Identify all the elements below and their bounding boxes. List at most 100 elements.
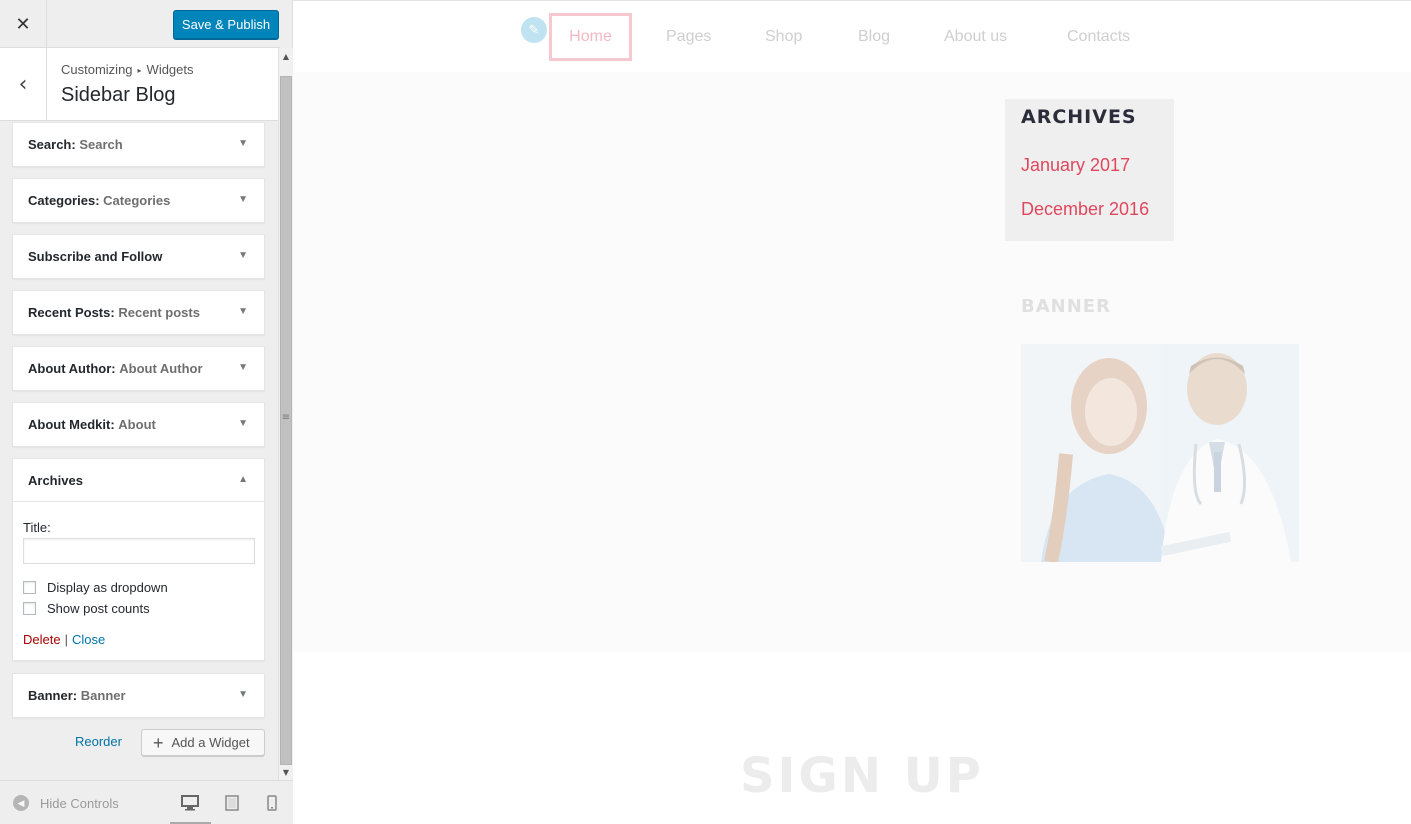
dropdown-option: Display as dropdown <box>23 580 168 595</box>
widget-header[interactable]: Banner: Banner ▼ <box>13 674 264 717</box>
breadcrumb-item: Widgets <box>146 62 194 77</box>
mobile-icon <box>267 795 277 811</box>
archive-link[interactable]: January 2017 <box>1021 155 1130 176</box>
post-counts-option: Show post counts <box>23 601 150 616</box>
tablet-icon <box>225 795 239 811</box>
archives-widget-preview: ARCHIVES January 2017 December 2016 <box>1005 99 1174 241</box>
banner-heading: BANNER <box>1021 296 1111 317</box>
add-widget-label: Add a Widget <box>171 735 250 750</box>
caret-up-icon[interactable]: ▲ <box>238 474 248 485</box>
widget-name: Categories: <box>28 193 100 208</box>
main-navigation: ✎ Home Pages Shop Blog About us Contacts <box>293 0 1411 72</box>
chevron-left-icon: ‹ <box>18 71 28 97</box>
nav-item-home[interactable]: Home <box>549 13 632 61</box>
section-title: Sidebar Blog <box>61 84 176 106</box>
archives-heading: ARCHIVES <box>1021 106 1137 128</box>
widget-subtitle: Recent posts <box>118 305 200 320</box>
widget-name: About Medkit: <box>28 417 115 432</box>
widget-header[interactable]: Archives ▲ <box>13 459 264 502</box>
action-separator: | <box>64 632 68 647</box>
add-widget-button[interactable]: + Add a Widget <box>141 729 265 756</box>
desktop-preview-button[interactable] <box>170 794 211 824</box>
plus-icon: + <box>153 732 164 753</box>
resize-handle-icon[interactable]: ≡ <box>279 410 293 424</box>
hide-controls-button[interactable]: ◀ Hide Controls <box>13 795 119 811</box>
widget-header[interactable]: Search: Search ▼ <box>13 123 264 166</box>
widget-actions: Delete | Close <box>23 632 105 647</box>
breadcrumb-item: Customizing <box>61 62 133 77</box>
close-icon: ✕ <box>15 13 31 35</box>
reorder-link[interactable]: Reorder <box>75 734 122 749</box>
caret-down-icon[interactable]: ▼ <box>238 689 248 700</box>
widget-name: Archives <box>28 472 83 488</box>
widget-subscribe-follow: Subscribe and Follow ▼ <box>12 234 265 279</box>
widget-name: Recent Posts: <box>28 305 115 320</box>
widget-form: Title: Display as dropdown Show post cou… <box>13 502 264 660</box>
caret-down-icon[interactable]: ▼ <box>238 362 248 373</box>
customizer-sidebar: ✕ Save & Publish ‹ Customizing ▸ Widgets S… <box>0 0 293 824</box>
widget-name: About Author: <box>28 361 116 376</box>
site-preview: ✎ Home Pages Shop Blog About us Contacts… <box>293 0 1411 824</box>
widget-subtitle: Categories <box>103 193 171 208</box>
edit-shortcut-pencil-icon[interactable]: ✎ <box>521 17 547 43</box>
widget-subtitle: About Author <box>119 361 203 376</box>
show-post-counts-label: Show post counts <box>47 601 150 616</box>
nav-item-contacts[interactable]: Contacts <box>1067 28 1130 46</box>
close-customizer-button[interactable]: ✕ <box>0 0 47 48</box>
widget-header[interactable]: About Medkit: About ▼ <box>13 403 264 446</box>
breadcrumb-separator-icon: ▸ <box>137 66 142 75</box>
save-publish-button[interactable]: Save & Publish <box>173 10 279 39</box>
customizer-header: ✕ Save & Publish <box>0 0 280 48</box>
widget-banner: Banner: Banner ▼ <box>12 673 265 718</box>
widget-subtitle: About <box>118 417 156 432</box>
banner-photo-illustration <box>1021 344 1299 562</box>
widget-name: Banner: <box>28 688 78 703</box>
show-post-counts-checkbox[interactable] <box>23 602 36 615</box>
title-input[interactable] <box>23 538 255 564</box>
back-button[interactable]: ‹ <box>0 48 47 120</box>
widget-header[interactable]: Categories: Categories ▼ <box>13 179 264 222</box>
widget-archives: Archives ▲ Title: Display as dropdown Sh… <box>12 458 265 661</box>
caret-down-icon[interactable]: ▼ <box>238 194 248 205</box>
caret-down-icon[interactable]: ▼ <box>238 138 248 149</box>
widget-about-author: About Author: About Author ▼ <box>12 346 265 391</box>
desktop-icon <box>181 795 199 811</box>
section-header: ‹ Customizing ▸ Widgets Sidebar Blog <box>0 48 278 121</box>
collapse-arrow-icon: ◀ <box>13 795 29 811</box>
hide-controls-label: Hide Controls <box>40 795 119 811</box>
widget-about-medkit: About Medkit: About ▼ <box>12 402 265 447</box>
archive-link[interactable]: December 2016 <box>1021 199 1149 220</box>
tablet-preview-button[interactable] <box>223 794 241 812</box>
nav-item-pages[interactable]: Pages <box>666 28 711 46</box>
widget-recent-posts: Recent Posts: Recent posts ▼ <box>12 290 265 335</box>
nav-item-blog[interactable]: Blog <box>858 28 890 46</box>
title-label: Title: <box>23 520 51 535</box>
widget-header[interactable]: Recent Posts: Recent posts ▼ <box>13 291 264 334</box>
close-widget-link[interactable]: Close <box>72 632 105 647</box>
nav-item-about-us[interactable]: About us <box>944 28 1007 46</box>
widget-subtitle: Banner <box>80 688 126 703</box>
breadcrumb: Customizing ▸ Widgets <box>61 62 194 77</box>
widget-categories: Categories: Categories ▼ <box>12 178 265 223</box>
signup-heading: SIGN UP <box>740 748 984 804</box>
caret-down-icon[interactable]: ▼ <box>238 306 248 317</box>
customizer-footer: ◀ Hide Controls <box>0 780 293 824</box>
top-divider <box>293 0 1411 1</box>
banner-image[interactable] <box>1021 344 1299 562</box>
mobile-preview-button[interactable] <box>263 794 281 812</box>
blog-content-area: ARCHIVES January 2017 December 2016 BANN… <box>293 72 1411 652</box>
nav-item-shop[interactable]: Shop <box>765 28 802 46</box>
display-dropdown-label: Display as dropdown <box>47 580 168 595</box>
widget-name: Subscribe and Follow <box>28 249 163 264</box>
widget-search: Search: Search ▼ <box>12 122 265 167</box>
widget-subtitle: Search <box>79 137 123 152</box>
widget-header[interactable]: Subscribe and Follow ▼ <box>13 235 264 278</box>
caret-down-icon[interactable]: ▼ <box>238 250 248 261</box>
scroll-down-arrow-icon[interactable]: ▼ <box>279 764 293 780</box>
scroll-up-arrow-icon[interactable]: ▲ <box>279 48 293 64</box>
widget-name: Search: <box>28 137 76 152</box>
caret-down-icon[interactable]: ▼ <box>238 418 248 429</box>
widget-header[interactable]: About Author: About Author ▼ <box>13 347 264 390</box>
display-dropdown-checkbox[interactable] <box>23 581 36 594</box>
delete-widget-link[interactable]: Delete <box>23 632 61 647</box>
